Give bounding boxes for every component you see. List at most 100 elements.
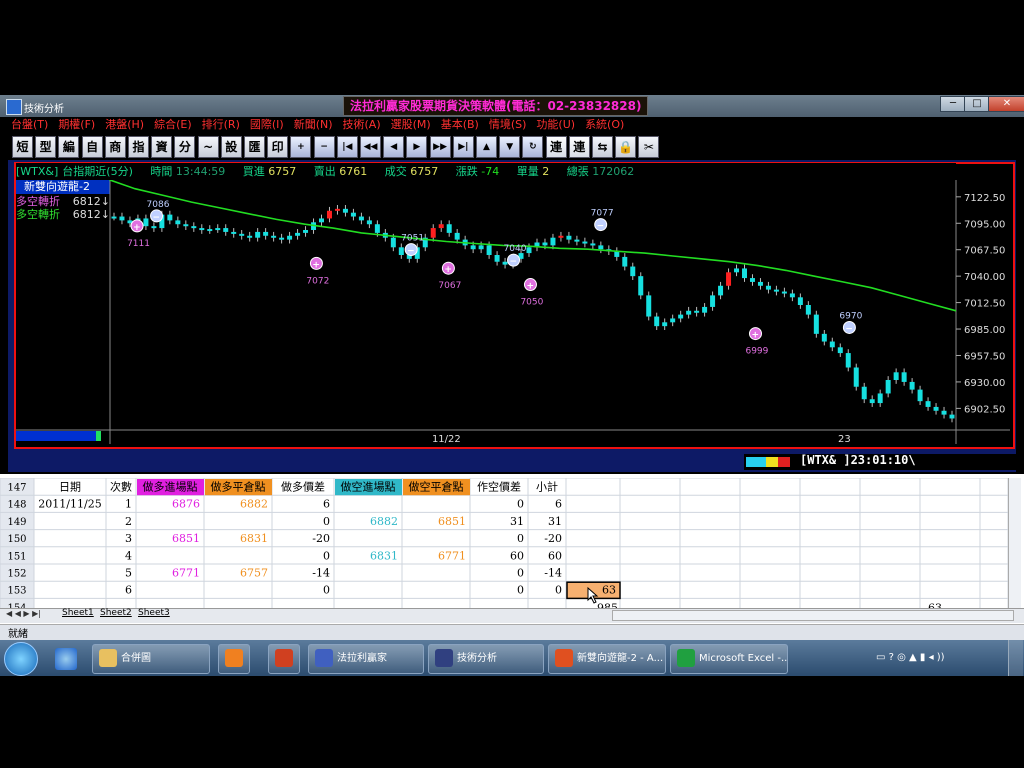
sheet-cell[interactable]: 6831 — [370, 549, 398, 562]
sheet-cell[interactable]: 2 — [125, 515, 132, 528]
sheet-nav-arrows-icon[interactable]: ◀ ◀ ▶ ▶| — [6, 609, 41, 618]
menu-item-5[interactable]: 排行(R) — [197, 117, 245, 133]
sheet-cell[interactable]: -14 — [312, 567, 330, 580]
taskbar-item-5[interactable]: 技術分析 — [428, 644, 544, 674]
toolbar-button-1[interactable]: 短 — [12, 136, 33, 158]
row-number[interactable]: 149 — [7, 517, 26, 528]
row-number[interactable]: 152 — [7, 569, 26, 580]
sheet-cell[interactable]: 0 — [555, 584, 562, 597]
sheet-tab-2[interactable]: Sheet2 — [100, 608, 132, 618]
spreadsheet-grid[interactable]: 日期 次數 做多進場點 做多平倉點 做多價差 做空進場點 做空平倉點 作空價差 小計 147 148… — [0, 478, 1024, 608]
horizontal-scrollbar[interactable] — [612, 610, 1014, 621]
vertical-scrollbar[interactable] — [1008, 478, 1021, 608]
taskbar-item-2[interactable] — [218, 644, 250, 674]
start-button[interactable] — [4, 642, 38, 676]
toolbar-button-28[interactable]: ✂ — [638, 136, 660, 158]
sheet-cell[interactable]: 6831 — [240, 532, 268, 545]
sheet-cell[interactable]: 2011/11/25 — [38, 498, 101, 511]
scroll-thumb[interactable] — [96, 431, 101, 441]
sheet-cell[interactable]: 0 — [517, 498, 524, 511]
column-header[interactable]: 小計 — [536, 480, 558, 494]
column-header[interactable]: 日期 — [59, 481, 81, 494]
toolbar-button-9[interactable]: ~ — [197, 136, 219, 158]
column-header[interactable]: 做空進場點 — [341, 480, 396, 494]
toolbar-button-14[interactable]: − — [313, 136, 335, 158]
column-header[interactable]: 次數 — [110, 480, 132, 494]
toolbar-button-22[interactable]: ▼ — [499, 136, 521, 158]
sheet-cell[interactable]: 6757 — [240, 567, 268, 580]
menu-item-3[interactable]: 港盤(H) — [100, 117, 149, 133]
sheet-cell[interactable]: 3 — [125, 532, 132, 545]
close-button[interactable]: ✕ — [988, 96, 1024, 112]
toolbar-button-8[interactable]: 分 — [174, 136, 196, 158]
sheet-cell[interactable]: -20 — [312, 532, 330, 545]
sheet-cell[interactable]: 6 — [125, 584, 132, 597]
menu-item-8[interactable]: 技術(A) — [338, 117, 386, 133]
column-header[interactable]: 做空平倉點 — [409, 480, 464, 494]
minimize-button[interactable]: ─ — [940, 96, 966, 112]
price-chart[interactable]: 7122.50 7095.00 7067.50 7040.00 7012.50 6985.… — [16, 180, 1010, 446]
toolbar-button-10[interactable]: 設 — [220, 136, 242, 158]
sheet-cell[interactable]: 0 — [323, 515, 330, 528]
taskbar-item-3[interactable] — [268, 644, 300, 674]
toolbar-button-13[interactable]: + — [290, 136, 312, 158]
sheet-cell[interactable]: 0 — [517, 532, 524, 545]
taskbar-item-4[interactable]: 法拉利贏家 — [308, 644, 424, 674]
sheet-cell[interactable]: 0 — [323, 584, 330, 597]
sheet-cell[interactable]: 4 — [125, 549, 132, 562]
toolbar-button-27[interactable]: 🔒 — [615, 136, 637, 158]
toolbar-button-12[interactable]: 印 — [267, 136, 289, 158]
menu-item-2[interactable]: 期權(F) — [53, 117, 100, 133]
sheet-cell[interactable]: 6 — [555, 498, 562, 511]
row-number[interactable]: 150 — [7, 534, 26, 545]
toolbar-button-16[interactable]: ◀◀ — [360, 136, 381, 158]
toolbar-button-23[interactable]: ↻ — [522, 136, 544, 158]
row-number[interactable]: 153 — [7, 586, 26, 597]
column-header[interactable]: 做多進場點 — [143, 480, 198, 494]
menu-item-7[interactable]: 新聞(N) — [289, 117, 338, 133]
toolbar-button-19[interactable]: ▶▶ — [429, 136, 451, 158]
sheet-cell[interactable]: 0 — [517, 584, 524, 597]
sheet-cell[interactable]: 6851 — [438, 515, 466, 528]
sheet-cell[interactable]: -14 — [544, 567, 562, 580]
menu-item-6[interactable]: 國際(I) — [245, 117, 289, 133]
sheet-cell[interactable]: 60 — [548, 549, 562, 562]
menu-item-10[interactable]: 基本(B) — [436, 117, 484, 133]
menu-item-11[interactable]: 情境(S) — [484, 117, 532, 133]
menu-item-13[interactable]: 系統(O) — [580, 117, 629, 133]
maximize-button[interactable]: □ — [964, 96, 990, 112]
toolbar-button-11[interactable]: 匯 — [244, 136, 265, 158]
sheet-cell[interactable]: -20 — [544, 532, 562, 545]
toolbar-button-25[interactable]: 連 — [568, 136, 590, 158]
sheet-cell[interactable]: 0 — [323, 549, 330, 562]
toolbar-button-26[interactable]: ⇆ — [592, 136, 613, 158]
sheet-cell[interactable]: 31 — [548, 515, 562, 528]
menu-item-9[interactable]: 選股(M) — [386, 117, 436, 133]
sheet-cell[interactable]: 0 — [517, 567, 524, 580]
sheet-cell[interactable]: 6771 — [438, 549, 466, 562]
sheet-cell[interactable]: 60 — [510, 549, 524, 562]
sheet-tab-1[interactable]: Sheet1 — [62, 608, 94, 618]
menu-item-1[interactable]: 台盤(T) — [6, 117, 53, 133]
column-header[interactable]: 做多平倉點 — [211, 480, 266, 494]
sheet-cell[interactable]: 6882 — [370, 515, 398, 528]
sheet-cell[interactable]: 6771 — [172, 567, 200, 580]
toolbar-button-5[interactable]: 商 — [104, 136, 126, 158]
taskbar-item-1[interactable]: 合併圖 — [92, 644, 210, 674]
toolbar-button-3[interactable]: 編 — [58, 136, 80, 158]
sheet-tab-3[interactable]: Sheet3 — [138, 608, 170, 618]
toolbar-button-15[interactable]: |◀ — [336, 136, 358, 158]
menu-item-4[interactable]: 綜合(E) — [149, 117, 197, 133]
menu-item-12[interactable]: 功能(U) — [531, 117, 580, 133]
row-number[interactable]: 147 — [7, 483, 26, 494]
ie-icon[interactable] — [55, 648, 77, 670]
tray-icons[interactable]: ▭ ? ◎ ▲ ▮ ◂ )) — [876, 652, 945, 663]
sheet-cell[interactable]: 6851 — [172, 532, 200, 545]
sheet-cell[interactable]: 6 — [323, 498, 330, 511]
scroll-track[interactable] — [16, 431, 100, 441]
taskbar-item-7[interactable]: Microsoft Excel -... — [670, 644, 788, 674]
toolbar-button-2[interactable]: 型 — [35, 136, 57, 158]
toolbar-button-17[interactable]: ◀ — [383, 136, 405, 158]
total-cell-value[interactable]: 63 — [602, 584, 616, 597]
sheet-cell[interactable]: 6882 — [240, 498, 268, 511]
